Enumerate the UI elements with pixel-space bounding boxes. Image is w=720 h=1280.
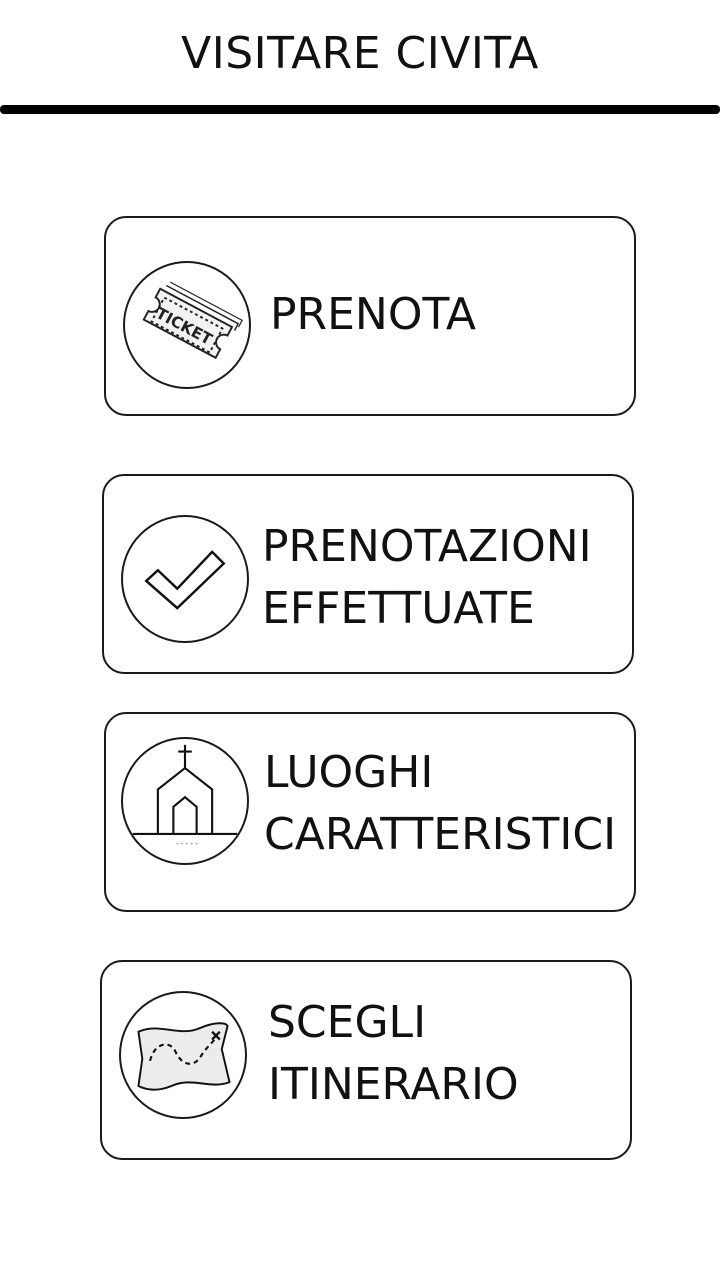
treasure-map-icon-graphic [137,1022,231,1091]
prenotazioni-effettuate-label: PRENOTAZIONI EFFETTUATE [262,516,592,640]
prenotazioni-effettuate-label-line-1: PRENOTAZIONI [262,521,592,572]
prenota-label-line: PRENOTA [270,289,477,340]
ticket-icon-graphic: TICKET [142,281,243,360]
ticket-icon: TICKET [123,261,251,389]
prenotazioni-effettuate-button[interactable]: PRENOTAZIONI EFFETTUATE [102,474,634,674]
church-icon [121,737,249,865]
checkmark-icon-graphic [144,550,226,610]
scegli-itinerario-label: SCEGLI ITINERARIO [268,992,519,1116]
scegli-itinerario-label-line-2: ITINERARIO [268,1059,519,1110]
luoghi-caratteristici-button[interactable]: LUOGHI CARATTERISTICI [104,712,636,912]
prenota-label: PRENOTA [270,284,476,346]
scegli-itinerario-label-line-1: SCEGLI [268,997,427,1048]
luoghi-caratteristici-label-line-1: LUOGHI [264,747,434,798]
luoghi-caratteristici-label: LUOGHI CARATTERISTICI [264,742,616,866]
luoghi-caratteristici-label-line-2: CARATTERISTICI [264,809,617,860]
prenotazioni-effettuate-label-line-2: EFFETTUATE [262,583,535,634]
treasure-map-icon [119,991,247,1119]
page-title: VISITARE CIVITA [181,28,539,79]
header-divider [0,105,720,114]
checkmark-icon [121,515,249,643]
prenota-button[interactable]: TICKET PRENOTA [104,216,636,416]
scegli-itinerario-button[interactable]: SCEGLI ITINERARIO [100,960,632,1160]
church-icon-graphic [132,744,238,845]
app-header: VISITARE CIVITA [0,0,720,105]
